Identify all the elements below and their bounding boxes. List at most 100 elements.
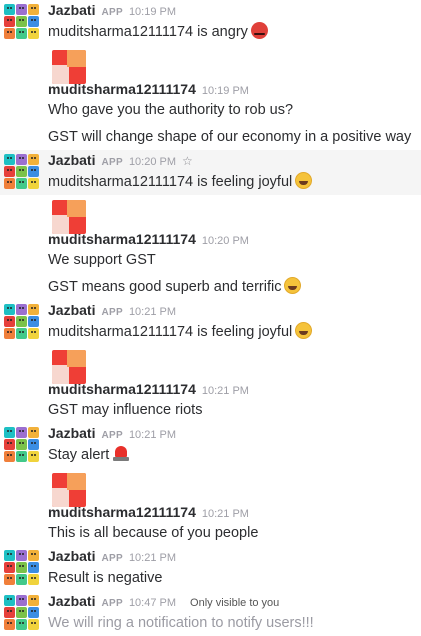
avatar-shape — [67, 200, 86, 217]
timestamp[interactable]: 10:21 PM — [129, 303, 176, 321]
sender-name[interactable]: Jazbati — [48, 547, 95, 565]
message-text-content: We will ring a notification to notify us… — [48, 615, 314, 631]
message: Jazbati APP 10:19 PM muditsharma12111174 is… — [0, 0, 421, 45]
avatar-tile — [4, 562, 15, 573]
avatar-tile — [16, 28, 27, 39]
message-header: Jazbati APP 10:21 PM — [48, 301, 415, 322]
angry-face-icon — [250, 22, 268, 39]
avatar-tile — [16, 619, 27, 630]
avatar[interactable] — [4, 427, 39, 462]
message-text: We will ring a notification to notify us… — [48, 613, 415, 634]
message-list: Jazbati APP 10:19 PM muditsharma12111174 is… — [0, 0, 421, 636]
message-header: muditsharma12111174 10:21 PM — [48, 380, 415, 400]
message-text-content: GST means good superb and terrific — [48, 279, 282, 295]
app-badge: APP — [101, 157, 123, 168]
avatar[interactable] — [4, 154, 39, 189]
avatar-tile — [16, 178, 27, 189]
avatar-tile — [28, 451, 39, 462]
timestamp[interactable]: 10:19 PM — [129, 3, 176, 21]
avatar-tile — [4, 178, 15, 189]
avatar[interactable] — [52, 200, 86, 234]
avatar-tile — [16, 304, 27, 315]
avatar-tile — [4, 28, 15, 39]
message-text: Stay alert — [48, 445, 415, 466]
message-text: muditsharma12111174 is feeling joyful — [48, 322, 415, 343]
sender-name[interactable]: Jazbati — [48, 301, 95, 319]
message-text: GST may influence riots — [48, 400, 415, 421]
avatar[interactable] — [52, 350, 86, 384]
avatar-tile — [16, 550, 27, 561]
sender-name[interactable]: Jazbati — [48, 1, 95, 19]
message: muditsharma12111174 10:20 PM We support GS… — [0, 195, 421, 300]
message-header: Jazbati APP 10:21 PM — [48, 424, 415, 445]
avatar-tile — [16, 574, 27, 585]
timestamp[interactable]: 10:19 PM — [202, 82, 249, 100]
message: Jazbati APP 10:21 PM Stay alert — [0, 423, 421, 468]
rotating-light-icon — [113, 446, 130, 461]
avatar[interactable] — [52, 50, 86, 84]
message: Jazbati APP 10:21 PM muditsharma12111174 is… — [0, 300, 421, 345]
timestamp[interactable]: 10:47 PM — [129, 594, 176, 612]
sender-name[interactable]: Jazbati — [48, 151, 95, 169]
avatar-tile — [28, 16, 39, 27]
avatar-tile — [16, 166, 27, 177]
timestamp[interactable]: 10:21 PM — [202, 505, 249, 523]
avatar-tile — [4, 619, 15, 630]
avatar[interactable] — [4, 4, 39, 39]
message-text-content: Stay alert — [48, 447, 110, 463]
message-text-content: muditsharma12111174 is feeling joyful — [48, 324, 293, 340]
message-header: Jazbati APP 10:20 PM ☆ — [48, 151, 415, 172]
app-badge: APP — [101, 598, 123, 609]
avatar-shape — [52, 215, 69, 234]
message-text-content: Who gave you the authority to rob us? — [48, 102, 294, 118]
message: muditsharma12111174 10:21 PM GST may influ… — [0, 345, 421, 423]
avatar-tile — [4, 328, 15, 339]
message-text: GST will change shape of our economy in … — [48, 127, 415, 148]
timestamp[interactable]: 10:21 PM — [129, 549, 176, 567]
visibility-note: Only visible to you — [190, 597, 280, 609]
avatar-tile — [28, 166, 39, 177]
timestamp[interactable]: 10:21 PM — [129, 426, 176, 444]
avatar-shape — [52, 488, 69, 507]
timestamp[interactable]: 10:21 PM — [202, 382, 249, 400]
message-text-content: GST will change shape of our economy in … — [48, 129, 412, 145]
avatar[interactable] — [4, 595, 39, 630]
avatar-tile — [28, 304, 39, 315]
avatar-tile — [4, 574, 15, 585]
message-text: muditsharma12111174 is angry — [48, 22, 415, 43]
message-text: We support GST — [48, 250, 415, 271]
sender-name[interactable]: Jazbati — [48, 424, 95, 442]
avatar-tile — [16, 316, 27, 327]
avatar[interactable] — [4, 304, 39, 339]
avatar-tile — [4, 154, 15, 165]
avatar-shape — [52, 65, 69, 84]
avatar-tile — [28, 28, 39, 39]
avatar-shape — [67, 50, 86, 67]
avatar[interactable] — [4, 550, 39, 585]
avatar-tile — [16, 595, 27, 606]
sender-name[interactable]: Jazbati — [48, 592, 95, 610]
avatar[interactable] — [52, 473, 86, 507]
avatar-tile — [16, 607, 27, 618]
avatar-tile — [28, 574, 39, 585]
avatar-tile — [4, 16, 15, 27]
avatar-tile — [16, 427, 27, 438]
avatar-shape — [67, 473, 86, 490]
avatar-tile — [28, 550, 39, 561]
avatar-tile — [28, 619, 39, 630]
avatar-tile — [4, 550, 15, 561]
star-icon[interactable]: ☆ — [182, 152, 193, 170]
grinning-face-icon — [284, 277, 302, 294]
avatar-tile — [4, 595, 15, 606]
timestamp[interactable]: 10:20 PM — [129, 153, 176, 171]
avatar-tile — [16, 562, 27, 573]
siren-dome — [115, 446, 128, 457]
avatar-tile — [16, 16, 27, 27]
timestamp[interactable]: 10:20 PM — [202, 232, 249, 250]
avatar-tile — [28, 328, 39, 339]
message: muditsharma12111174 10:19 PM Who gave you … — [0, 45, 421, 150]
avatar-tile — [16, 451, 27, 462]
app-badge: APP — [101, 307, 123, 318]
grinning-face-icon — [295, 172, 313, 189]
avatar-tile — [16, 4, 27, 15]
